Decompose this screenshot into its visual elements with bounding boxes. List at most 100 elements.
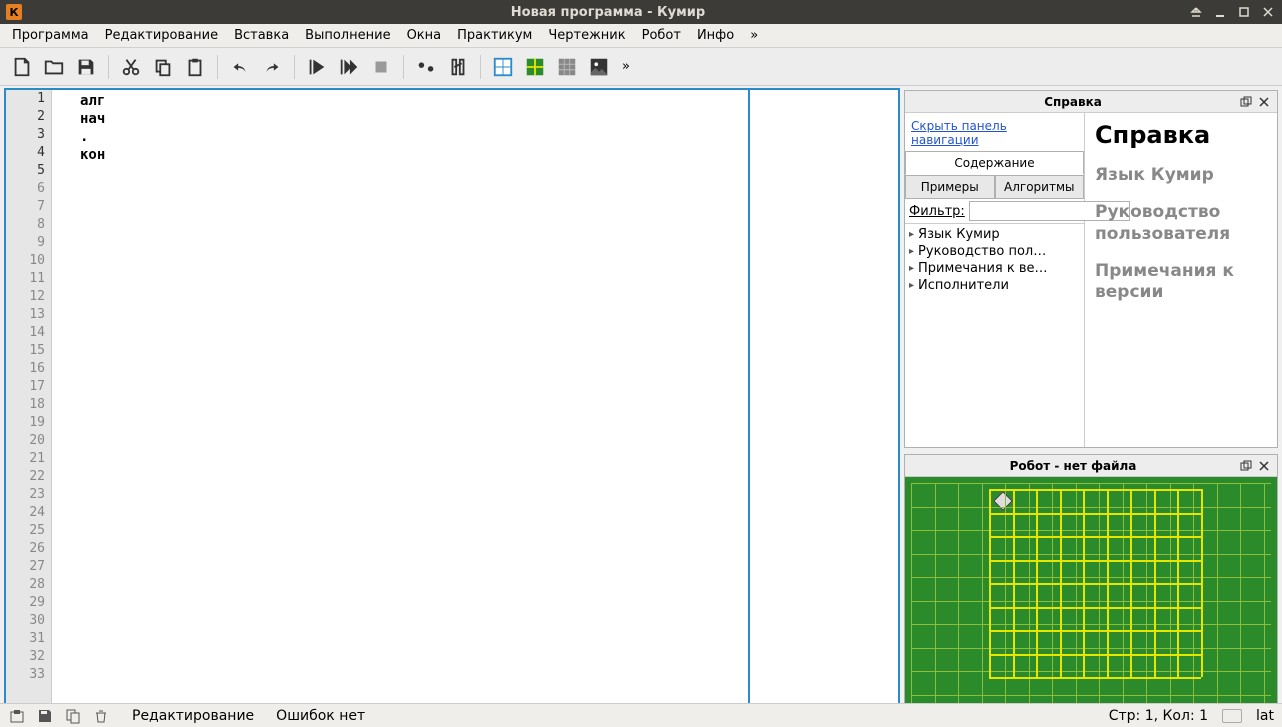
- help-tree: Язык Кумир Руководство пол… Примечания к…: [905, 224, 1084, 447]
- robot-panel-header: Робот - нет файла: [905, 455, 1277, 477]
- menu-drawer[interactable]: Чертежник: [540, 24, 633, 47]
- line-number: 29: [6, 594, 51, 612]
- grid-green-icon[interactable]: [521, 53, 549, 81]
- robot-panel: Робот - нет файла: [904, 454, 1278, 723]
- code-line[interactable]: кон: [80, 146, 894, 164]
- help-panel-header: Справка: [905, 91, 1277, 113]
- line-number: 22: [6, 468, 51, 486]
- code-line[interactable]: .: [80, 128, 894, 146]
- menu-edit[interactable]: Редактирование: [97, 24, 226, 47]
- help-section-link[interactable]: Язык Кумир: [1095, 165, 1267, 186]
- tree-item[interactable]: Руководство пол…: [907, 243, 1082, 260]
- line-number: 17: [6, 378, 51, 396]
- hide-navigation-link[interactable]: Скрыть панель навигации: [905, 113, 1084, 151]
- line-number-gutter: 1234567891011121314151617181920212223242…: [6, 90, 52, 721]
- line-number: 16: [6, 360, 51, 378]
- tree-item[interactable]: Примечания к ве…: [907, 260, 1082, 277]
- tree-item[interactable]: Язык Кумир: [907, 226, 1082, 243]
- status-errors: Ошибок нет: [276, 708, 365, 724]
- paste-icon[interactable]: [181, 53, 209, 81]
- panel-close-icon[interactable]: [1255, 457, 1273, 475]
- line-number: 14: [6, 324, 51, 342]
- status-bar: Редактирование Ошибок нет Стр: 1, Кол: 1…: [0, 703, 1282, 727]
- line-number: 6: [6, 180, 51, 198]
- help-section-link[interactable]: Руководство пользователя: [1095, 202, 1267, 245]
- grid-image-icon[interactable]: [585, 53, 613, 81]
- line-number: 5: [6, 162, 51, 180]
- line-number: 8: [6, 216, 51, 234]
- menu-windows[interactable]: Окна: [399, 24, 450, 47]
- cut-icon[interactable]: [117, 53, 145, 81]
- filter-label: Фильтр:: [909, 204, 965, 219]
- code-line[interactable]: алг: [80, 92, 894, 110]
- panel-close-icon[interactable]: [1255, 93, 1273, 111]
- menu-practice[interactable]: Практикум: [449, 24, 540, 47]
- run-icon[interactable]: [303, 53, 331, 81]
- code-area[interactable]: алгнач.кон: [76, 90, 898, 721]
- tab-contents[interactable]: Содержание: [905, 151, 1084, 175]
- status-save-all-icon[interactable]: [8, 707, 26, 725]
- robot-field[interactable]: [905, 477, 1277, 722]
- rollup-icon[interactable]: [1188, 4, 1204, 20]
- help-content: Справка Язык Кумир Руководство пользоват…: [1085, 113, 1277, 447]
- toggle1-icon[interactable]: [412, 53, 440, 81]
- tree-item[interactable]: Исполнители: [907, 277, 1082, 294]
- menu-info[interactable]: Инфо: [689, 24, 742, 47]
- menu-execute[interactable]: Выполнение: [297, 24, 398, 47]
- line-number: 24: [6, 504, 51, 522]
- code-line[interactable]: нач: [80, 110, 894, 128]
- maximize-icon[interactable]: [1236, 4, 1252, 20]
- tab-algorithms[interactable]: Алгоритмы: [995, 175, 1085, 199]
- line-number: 33: [6, 666, 51, 684]
- code-line[interactable]: [80, 164, 894, 182]
- panel-detach-icon[interactable]: [1237, 457, 1255, 475]
- keyboard-indicator-icon[interactable]: [1222, 709, 1242, 723]
- status-trash-icon[interactable]: [92, 707, 110, 725]
- line-number: 26: [6, 540, 51, 558]
- toolbar: »: [0, 48, 1282, 86]
- copy-icon[interactable]: [149, 53, 177, 81]
- undo-icon[interactable]: [226, 53, 254, 81]
- help-section-link[interactable]: Примечания к версии: [1095, 261, 1267, 304]
- line-number: 12: [6, 288, 51, 306]
- help-panel: Справка Скрыть панель навигации Содержан…: [904, 90, 1278, 448]
- close-icon[interactable]: [1260, 4, 1276, 20]
- open-file-icon[interactable]: [40, 53, 68, 81]
- help-heading: Справка: [1095, 121, 1267, 149]
- toggle2-icon[interactable]: [444, 53, 472, 81]
- status-copy-icon[interactable]: [64, 707, 82, 725]
- help-panel-title: Справка: [909, 95, 1237, 109]
- line-number: 31: [6, 630, 51, 648]
- line-number: 20: [6, 432, 51, 450]
- editor-split-line[interactable]: [748, 90, 750, 721]
- save-file-icon[interactable]: [72, 53, 100, 81]
- line-number: 32: [6, 648, 51, 666]
- line-number: 21: [6, 450, 51, 468]
- grid-blue-icon[interactable]: [489, 53, 517, 81]
- run-step-icon[interactable]: [335, 53, 363, 81]
- line-number: 19: [6, 414, 51, 432]
- line-number: 28: [6, 576, 51, 594]
- line-number: 10: [6, 252, 51, 270]
- line-number: 9: [6, 234, 51, 252]
- toolbar-overflow-icon[interactable]: »: [617, 53, 635, 81]
- side-panels: Справка Скрыть панель навигации Содержан…: [904, 86, 1282, 727]
- app-icon: К: [6, 4, 22, 20]
- panel-detach-icon[interactable]: [1237, 93, 1255, 111]
- menu-program[interactable]: Программа: [4, 24, 97, 47]
- tab-examples[interactable]: Примеры: [905, 175, 995, 199]
- menu-robot[interactable]: Робот: [634, 24, 689, 47]
- line-number: 4: [6, 144, 51, 162]
- editor-margin: [52, 90, 76, 721]
- menu-overflow[interactable]: »: [742, 24, 766, 47]
- status-save-icon[interactable]: [36, 707, 54, 725]
- minimize-icon[interactable]: [1212, 4, 1228, 20]
- menu-insert[interactable]: Вставка: [226, 24, 297, 47]
- redo-icon[interactable]: [258, 53, 286, 81]
- code-editor[interactable]: 1234567891011121314151617181920212223242…: [4, 88, 900, 723]
- grid-gray-icon[interactable]: [553, 53, 581, 81]
- line-number: 30: [6, 612, 51, 630]
- stop-icon[interactable]: [367, 53, 395, 81]
- new-file-icon[interactable]: [8, 53, 36, 81]
- robot-marker: [993, 491, 1013, 511]
